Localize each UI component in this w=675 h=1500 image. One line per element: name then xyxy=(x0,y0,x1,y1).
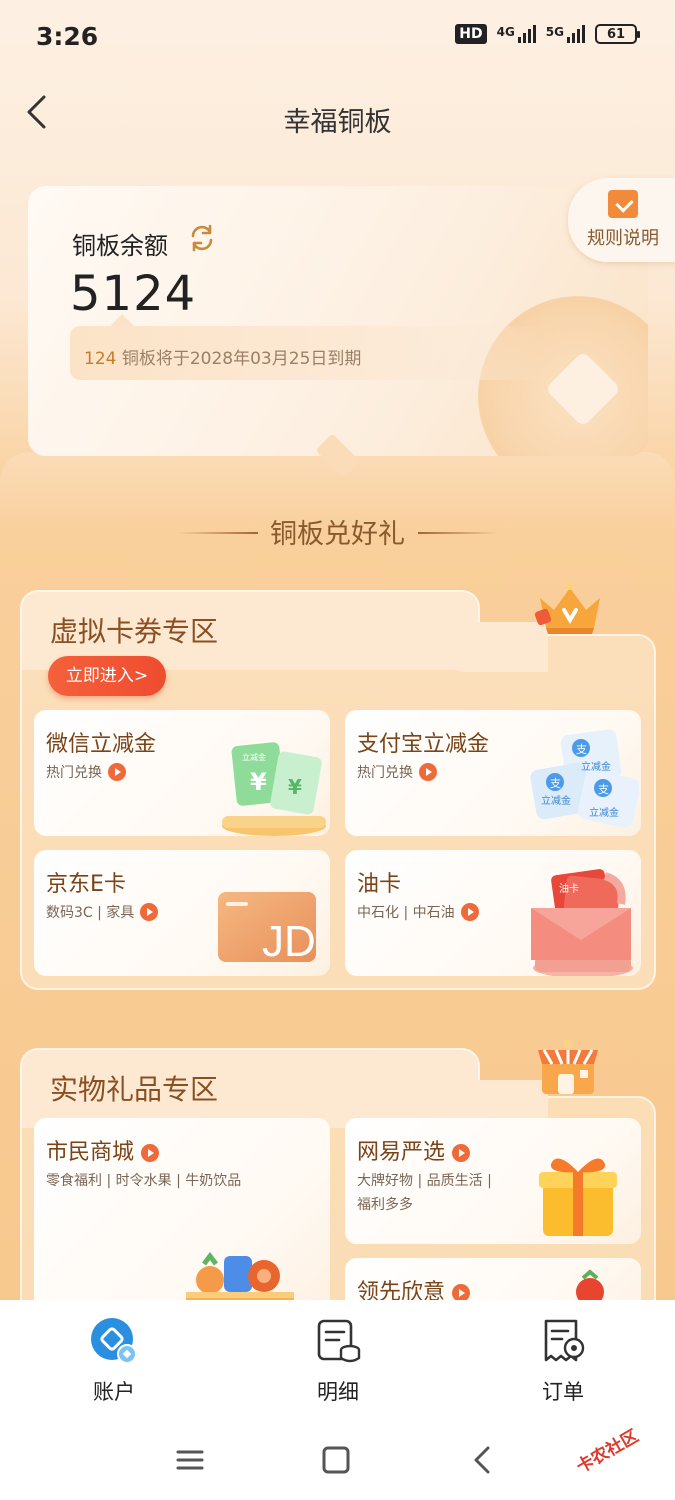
nav-detail-label: 明细 xyxy=(317,1380,359,1404)
status-icons: HD 4G 5G 61 xyxy=(455,24,640,44)
rules-label: 规则说明 xyxy=(587,228,659,249)
nav-account[interactable]: 账户 xyxy=(54,1318,174,1406)
oil-card-illustration: 油卡 xyxy=(531,869,633,976)
title-line-right xyxy=(418,532,498,534)
physical-zone-title: 实物礼品专区 xyxy=(50,1073,219,1106)
card-title-text: 网易严选 xyxy=(357,1140,446,1165)
card-title: 京东E卡 xyxy=(46,872,126,897)
card-subtitle-text: 中石化 | 中石油 xyxy=(357,905,455,921)
card-subtitle: 数码3C | 家具 xyxy=(46,902,159,922)
card-subtitle-text: 热门兑换 xyxy=(357,765,413,781)
bottom-nav: 账户 明细 订单 xyxy=(0,1300,675,1420)
card-alipay-voucher[interactable]: 支付宝立减金 热门兑换 支 支 支 立减金 立减金 立减金 xyxy=(345,710,641,836)
nav-detail[interactable]: 明细 xyxy=(278,1318,398,1406)
expire-text: 铜板将于2028年03月25日到期 xyxy=(116,349,362,369)
play-icon xyxy=(108,763,126,781)
signal-4g-icon: 4G xyxy=(497,25,536,43)
expire-amount: 124 xyxy=(84,349,117,369)
balance-label: 铜板余额 xyxy=(72,232,168,260)
svg-text:¥: ¥ xyxy=(288,775,302,799)
rules-button[interactable]: 规则说明 xyxy=(568,178,675,262)
card-subtitle: 大牌好物 | 品质生活 | 福利多多 xyxy=(357,1170,492,1214)
card-subtitle-line1: 大牌好物 | 品质生活 | xyxy=(357,1173,492,1189)
card-wechat-voucher[interactable]: 微信立减金 热门兑换 ¥ ¥ 立减金 xyxy=(34,710,330,836)
order-receipt-icon xyxy=(540,1318,586,1364)
card-netease-yanxuan[interactable]: 网易严选 大牌好物 | 品质生活 | 福利多多 xyxy=(345,1118,641,1244)
card-subtitle-text: 热门兑换 xyxy=(46,765,102,781)
expire-notice: 124 铜板将于2028年03月25日到期 xyxy=(70,314,540,380)
shop-icon xyxy=(538,1040,598,1094)
voucher-label: 立减金 xyxy=(242,752,266,762)
play-icon xyxy=(419,763,437,781)
card-title: 网易严选 xyxy=(357,1134,471,1166)
balance-card: 铜板余额 5124 124 铜板将于2028年03月25日到期 xyxy=(28,186,648,456)
alipay-chip-1: 支 xyxy=(576,743,587,756)
gift-box-illustration xyxy=(539,1158,617,1236)
home-square-icon[interactable] xyxy=(316,1440,356,1480)
enter-virtual-zone-button[interactable]: 立即进入> xyxy=(48,656,166,696)
card-citizen-mall[interactable]: 市民商城 零食福利 | 时令水果 | 牛奶饮品 xyxy=(34,1118,330,1318)
play-icon xyxy=(452,1144,471,1162)
page-title: 幸福铜板 xyxy=(283,107,392,138)
alipay-voucher-illustration: 支 支 支 立减金 立减金 立减金 xyxy=(530,729,639,828)
rules-book-icon xyxy=(608,190,638,218)
jd-card-illustration: JD xyxy=(218,892,316,966)
menu-icon[interactable] xyxy=(170,1440,210,1480)
back-triangle-icon[interactable] xyxy=(462,1440,502,1480)
svg-text:¥: ¥ xyxy=(250,768,267,796)
crown-icon xyxy=(534,582,600,634)
hd-icon: HD xyxy=(455,24,487,44)
card-title: 市民商城 xyxy=(46,1134,160,1166)
net-label-5g: 5G xyxy=(545,25,564,39)
alipay-chip-3: 支 xyxy=(598,783,609,796)
nav-order-label: 订单 xyxy=(542,1380,584,1404)
signal-5g-icon: 5G xyxy=(546,25,585,43)
wechat-voucher-illustration: ¥ ¥ 立减金 xyxy=(222,742,326,836)
card-title-text: 市民商城 xyxy=(46,1140,135,1165)
refresh-icon[interactable] xyxy=(186,222,218,254)
card-title: 支付宝立减金 xyxy=(357,732,490,757)
nav-order[interactable]: 订单 xyxy=(503,1318,623,1406)
detail-list-icon xyxy=(315,1318,361,1364)
virtual-zone-title: 虚拟卡券专区 xyxy=(50,615,219,648)
battery-icon: 61 xyxy=(595,24,640,44)
status-bar: 3:26 HD 4G 5G 61 xyxy=(0,0,675,76)
nav-account-label: 账户 xyxy=(93,1380,135,1404)
oil-card-label: 油卡 xyxy=(559,882,579,895)
net-label-4g: 4G xyxy=(496,25,515,39)
section-title: 铜板兑好礼 xyxy=(270,519,405,550)
card-subtitle: 零食福利 | 时令水果 | 牛奶饮品 xyxy=(46,1173,242,1189)
alipay-chip-2: 支 xyxy=(550,777,561,790)
status-time: 3:26 xyxy=(36,22,99,51)
card-jd-ecard[interactable]: 京东E卡 数码3C | 家具 JD xyxy=(34,850,330,976)
play-icon xyxy=(460,903,479,921)
voucher-label-2: 立减金 xyxy=(541,794,571,807)
header: 幸福铜板 xyxy=(0,84,675,148)
account-coin-icon xyxy=(91,1318,137,1364)
card-title: 微信立减金 xyxy=(46,732,157,757)
voucher-label-1: 立减金 xyxy=(581,760,611,773)
screen: 3:26 HD 4G 5G 61 幸福铜板 铜板余额 5124 124 铜板将于… xyxy=(0,0,675,1500)
card-title: 油卡 xyxy=(357,872,402,897)
card-oil-card[interactable]: 油卡 中石化 | 中石油 油卡 xyxy=(345,850,641,976)
card-subtitle-line2: 福利多多 xyxy=(357,1197,413,1213)
play-icon xyxy=(140,903,159,921)
voucher-label-3: 立减金 xyxy=(589,806,619,819)
card-subtitle: 中石化 | 中石油 xyxy=(357,902,479,922)
card-subtitle: 热门兑换 xyxy=(357,762,437,782)
play-icon xyxy=(141,1144,160,1162)
card-subtitle-text: 数码3C | 家具 xyxy=(46,905,135,921)
jd-logo-text: JD xyxy=(262,917,316,966)
card-subtitle: 热门兑换 xyxy=(46,762,126,782)
